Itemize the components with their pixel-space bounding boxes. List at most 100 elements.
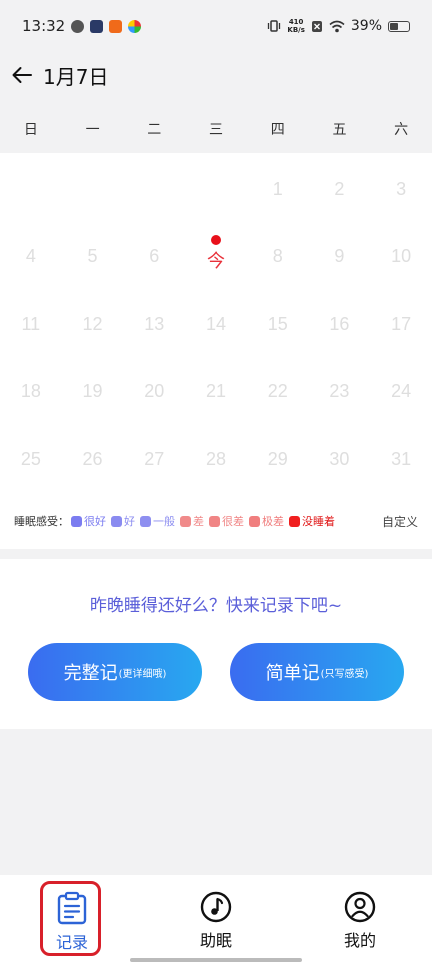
shopping-app-icon	[109, 19, 123, 33]
browser-app-icon	[128, 19, 142, 33]
calendar-day[interactable]: 10	[370, 220, 432, 287]
legend-swatch	[71, 515, 82, 527]
legend-item: 差	[180, 513, 204, 529]
weekday-label: 一	[85, 122, 100, 138]
calendar-day[interactable]: 30	[309, 423, 371, 490]
calendar-day[interactable]: 31	[370, 423, 432, 490]
calendar-day[interactable]: 1	[247, 153, 309, 220]
weekday-label: 三	[209, 122, 224, 138]
calendar-day[interactable]: 27	[123, 423, 185, 490]
calendar-day[interactable]: 12	[62, 288, 124, 355]
calendar-day[interactable]: 24	[370, 355, 432, 422]
legend-swatch	[180, 515, 191, 527]
weekday-label: 二	[147, 122, 162, 138]
home-indicator[interactable]	[130, 958, 302, 962]
weekday-label: 六	[394, 122, 409, 138]
calendar-day[interactable]: 18	[0, 355, 62, 422]
app-notification-icon	[71, 19, 85, 33]
calendar-blank-cell	[185, 153, 247, 220]
legend-text: 没睡着	[302, 515, 335, 528]
legend-swatch	[249, 515, 260, 527]
legend-swatch	[209, 515, 220, 527]
calendar-day[interactable]: 6	[123, 220, 185, 287]
calendar-day[interactable]: 15	[247, 288, 309, 355]
legend-text: 一般	[153, 515, 175, 528]
calendar-day[interactable]: 5	[62, 220, 124, 287]
legend-item: 一般	[140, 513, 175, 529]
calendar-day[interactable]: 17	[370, 288, 432, 355]
legend-swatch	[140, 515, 151, 527]
calendar-day[interactable]: 25	[0, 423, 62, 490]
calendar-day[interactable]: 23	[309, 355, 371, 422]
legend-swatch	[289, 515, 300, 527]
calendar-day[interactable]: 21	[185, 355, 247, 422]
calendar-day[interactable]: 14	[185, 288, 247, 355]
legend-item: 好	[111, 513, 135, 529]
bottom-tab-bar: 记录 助眠 我的	[0, 875, 432, 964]
calendar-day[interactable]: 22	[247, 355, 309, 422]
calendar-grid: 1 2 3 4 5 6 今 8 9 10 11 12 13 14 15 16 17 18 19 20 21 22 23 24 2…	[0, 153, 432, 490]
calendar-day[interactable]: 13	[123, 288, 185, 355]
full-record-sublabel: (更详细哦)	[118, 668, 167, 680]
calendar-day[interactable]: 9	[309, 220, 371, 287]
calendar-day[interactable]: 3	[370, 153, 432, 220]
calendar-day[interactable]: 16	[309, 288, 371, 355]
back-arrow-icon[interactable]	[10, 63, 34, 87]
network-speed: 410 KB/s	[287, 18, 304, 34]
calendar-day[interactable]: 2	[309, 153, 371, 220]
tab-sleep-aid-label: 助眠	[199, 931, 232, 950]
calendar-day[interactable]: 19	[62, 355, 124, 422]
legend-item: 没睡着	[289, 513, 335, 529]
simple-record-sublabel: (只写感受)	[320, 668, 369, 680]
full-record-button[interactable]: 完整记 (更详细哦)	[28, 643, 202, 701]
tab-record[interactable]: 记录	[0, 875, 144, 964]
prompt-text: 昨晚睡得还好么？快来记录下吧~	[89, 596, 343, 616]
calendar-blank-cell	[0, 153, 62, 220]
battery-fill	[390, 22, 398, 30]
network-speed-unit: KB/s	[287, 26, 305, 34]
sleep-legend: 睡眠感受： 很好 好 一般 差 很差 极差 没睡着 自定义	[0, 493, 432, 549]
today-dot-icon	[210, 235, 221, 246]
weekday-header: 日一二三四五六	[0, 108, 432, 152]
legend-text: 很差	[222, 515, 244, 528]
calendar-today[interactable]: 今	[185, 220, 247, 287]
status-left: 13:32	[22, 17, 142, 35]
legend-swatch	[111, 515, 122, 527]
legend-text: 很好	[84, 515, 106, 528]
calendar-day[interactable]: 28	[185, 423, 247, 490]
tab-mine-label: 我的	[343, 931, 376, 950]
status-time: 13:32	[22, 17, 66, 35]
page-title: 1月7日	[43, 64, 109, 89]
calendar-day[interactable]: 20	[123, 355, 185, 422]
calendar-day[interactable]: 4	[0, 220, 62, 287]
record-prompt-card: 昨晚睡得还好么？快来记录下吧~ 完整记 (更详细哦) 简单记 (只写感受)	[0, 559, 432, 729]
calendar-day[interactable]: 26	[62, 423, 124, 490]
tab-record-label: 记录	[55, 933, 88, 952]
simple-record-button[interactable]: 简单记 (只写感受)	[230, 643, 404, 701]
calendar-day[interactable]: 29	[247, 423, 309, 490]
calendar-blank-cell	[123, 153, 185, 220]
status-bar: 13:32 410 KB/s 39%	[0, 0, 432, 52]
legend-item: 很好	[71, 513, 106, 529]
tab-sleep-aid[interactable]: 助眠	[144, 875, 288, 964]
tab-mine[interactable]: 我的	[288, 875, 432, 964]
legend-item: 很差	[209, 513, 244, 529]
today-label: 今	[206, 251, 225, 272]
legend-text: 差	[193, 515, 204, 528]
simple-record-label: 简单记	[265, 663, 320, 684]
battery-icon	[388, 20, 410, 32]
user-icon	[344, 891, 376, 923]
clipboard-icon	[57, 891, 87, 925]
legend-label: 睡眠感受：	[14, 515, 69, 528]
vibrate-icon	[268, 20, 281, 32]
network-speed-value: 410	[288, 18, 304, 26]
custom-button[interactable]: 自定义	[382, 513, 418, 530]
status-right: 410 KB/s 39%	[267, 18, 410, 34]
wifi-icon	[329, 20, 345, 32]
legend-text: 极差	[262, 515, 284, 528]
weekday-label: 五	[332, 122, 347, 138]
calendar-day[interactable]: 11	[0, 288, 62, 355]
calendar-day[interactable]: 8	[247, 220, 309, 287]
weekday-label: 四	[270, 122, 285, 138]
video-app-icon	[90, 19, 104, 33]
